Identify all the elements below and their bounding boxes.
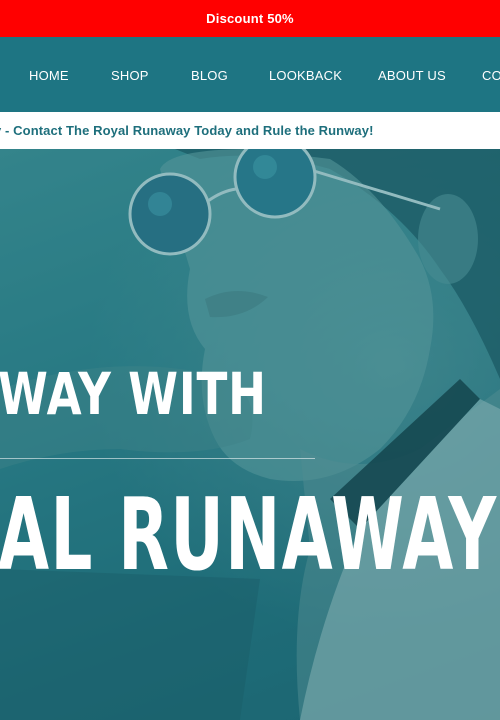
nav-item-lookback[interactable]: LOOKBACK xyxy=(269,68,342,83)
main-navigation: HOME SHOP BLOG LOOKBACK ABOUT US CO xyxy=(0,37,500,112)
hero-divider xyxy=(0,458,315,459)
nav-item-contact[interactable]: CO xyxy=(482,68,500,83)
promo-text: Discount 50% xyxy=(206,11,294,26)
nav-item-home[interactable]: HOME xyxy=(29,68,69,83)
ticker-text: y - Contact The Royal Runaway Today and … xyxy=(0,123,374,138)
hero-section: WAY WITH AL RUNAWAY! xyxy=(0,149,500,720)
nav-item-about-us[interactable]: ABOUT US xyxy=(378,68,446,83)
hero-heading-line2: AL RUNAWAY! xyxy=(0,476,500,593)
hero-heading-line1: WAY WITH xyxy=(0,360,267,428)
promo-banner[interactable]: Discount 50% xyxy=(0,0,500,37)
hero-model-image xyxy=(0,149,500,720)
nav-item-shop[interactable]: SHOP xyxy=(111,68,149,83)
announcement-ticker: y - Contact The Royal Runaway Today and … xyxy=(0,112,500,149)
nav-item-blog[interactable]: BLOG xyxy=(191,68,228,83)
